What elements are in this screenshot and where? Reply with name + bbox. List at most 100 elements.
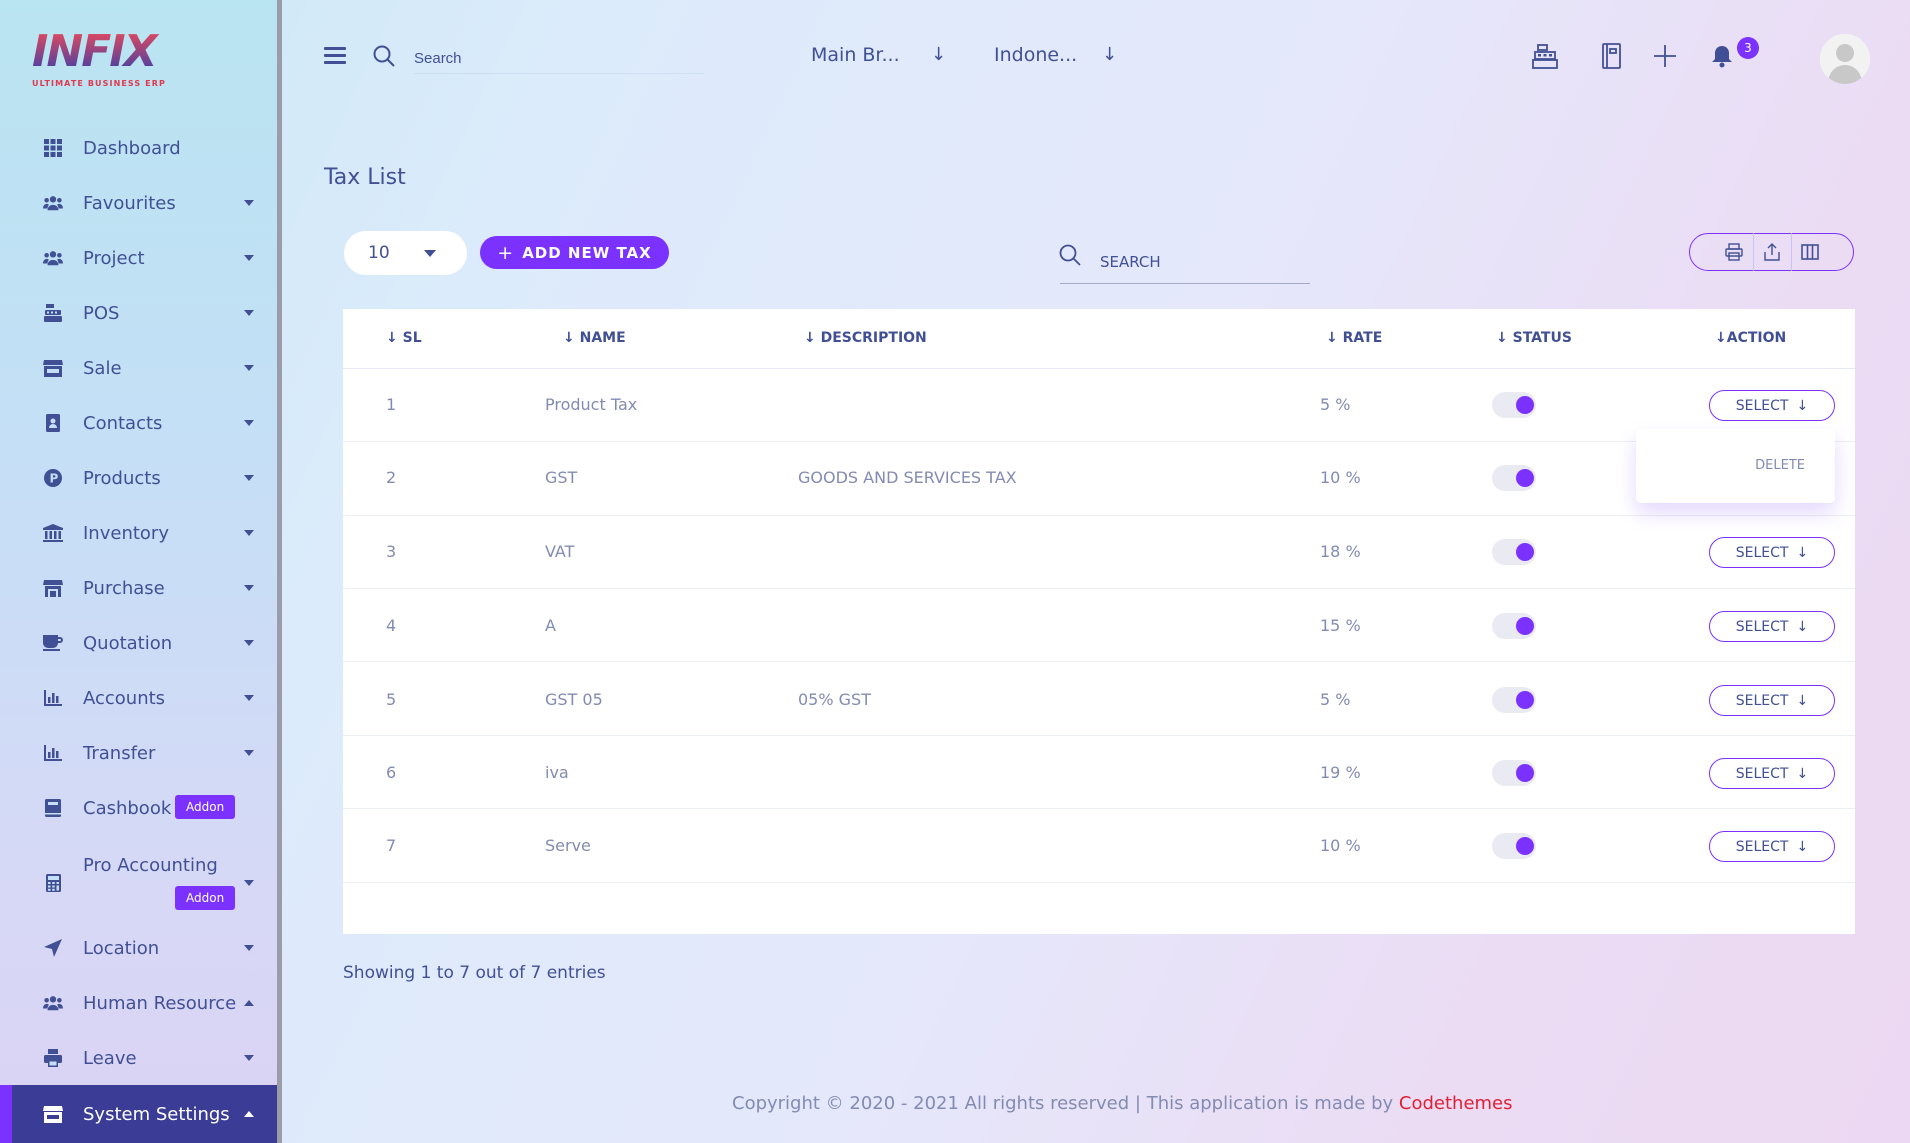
caret-down-icon	[244, 200, 254, 206]
hamburger-menu-icon[interactable]	[324, 47, 346, 65]
columns-icon[interactable]	[1790, 233, 1829, 271]
sidebar-item-label: Sale	[83, 357, 122, 379]
cell-description: GOODS AND SERVICES TAX	[798, 468, 1017, 487]
sort-header-description[interactable]: ↓ DESCRIPTION	[804, 330, 927, 346]
column-label: RATE	[1342, 330, 1383, 346]
store-icon	[43, 1104, 63, 1124]
print-icon[interactable]	[1715, 233, 1753, 271]
column-label: ACTION	[1726, 330, 1787, 346]
sidebar-item-label: Inventory	[83, 522, 169, 544]
plus-icon[interactable]	[1651, 42, 1679, 70]
cell-rate: 10 %	[1320, 836, 1361, 855]
sidebar-item-label: Cashbook	[83, 797, 172, 819]
sidebar-item-project[interactable]: Project	[0, 238, 277, 278]
sidebar-item-cashbook[interactable]: Cashbook Addon	[0, 788, 277, 828]
table-row: 4 A 15 % SELECT ↓	[343, 589, 1855, 662]
status-toggle[interactable]	[1492, 833, 1536, 859]
sidebar-item-label: Transfer	[83, 742, 156, 764]
sidebar-item-label: Human Resource	[83, 992, 237, 1014]
cell-sl: 4	[386, 616, 397, 635]
pos-register-icon[interactable]	[1531, 42, 1559, 70]
sidebar-item-contacts[interactable]: Contacts	[0, 403, 277, 443]
global-search-input[interactable]	[414, 44, 704, 74]
per-page-select[interactable]: 10	[344, 231, 467, 275]
add-new-tax-button[interactable]: + ADD NEW TAX	[480, 236, 669, 269]
status-toggle[interactable]	[1492, 613, 1536, 639]
search-icon	[1058, 243, 1082, 267]
user-avatar[interactable]	[1820, 34, 1870, 84]
select-action-button[interactable]: SELECT ↓	[1709, 537, 1835, 568]
select-action-button[interactable]: SELECT ↓	[1709, 685, 1835, 716]
branch-select[interactable]: Main Br... ↓	[811, 44, 946, 66]
sidebar-item-label: Purchase	[83, 577, 165, 599]
tax-table: ↓ SL ↓ NAME ↓ DESCRIPTION ↓ RATE ↓ STATU…	[343, 309, 1855, 934]
select-action-button[interactable]: SELECT ↓	[1709, 831, 1835, 862]
caret-down-icon	[244, 750, 254, 756]
status-toggle[interactable]	[1492, 687, 1536, 713]
toggle-knob	[1516, 469, 1534, 487]
addon-badge: Addon	[175, 886, 236, 910]
table-row: 6 iva 19 % SELECT ↓	[343, 736, 1855, 809]
arrow-down-icon: ↓	[1796, 397, 1809, 414]
sidebar-item-quotation[interactable]: Quotation	[0, 623, 277, 663]
select-action-button[interactable]: SELECT ↓	[1709, 758, 1835, 789]
cell-rate: 19 %	[1320, 763, 1361, 782]
status-toggle[interactable]	[1492, 760, 1536, 786]
notebook-icon[interactable]	[1597, 42, 1625, 70]
sidebar-item-accounts[interactable]: Accounts	[0, 678, 277, 718]
language-select[interactable]: Indone... ↓	[994, 44, 1117, 66]
sidebar-item-dashboard[interactable]: Dashboard	[0, 128, 277, 168]
cell-rate: 18 %	[1320, 542, 1361, 561]
users-icon	[43, 993, 63, 1013]
sort-header-rate[interactable]: ↓ RATE	[1326, 330, 1382, 346]
sort-header-sl[interactable]: ↓ SL	[386, 330, 422, 346]
sidebar-item-pro-accounting[interactable]: Pro Accounting Addon	[0, 843, 277, 921]
cell-sl: 5	[386, 690, 397, 709]
sidebar-item-human-resource[interactable]: Human Resource	[0, 983, 277, 1023]
sidebar-item-transfer[interactable]: Transfer	[0, 733, 277, 773]
sidebar-item-leave[interactable]: Leave	[0, 1038, 277, 1078]
app-logo[interactable]: INFIX ULTIMATE BUSINESS ERP	[32, 30, 182, 92]
select-action-button[interactable]: SELECT ↓	[1709, 390, 1835, 421]
sidebar-item-purchase[interactable]: Purchase	[0, 568, 277, 608]
delete-menu-item[interactable]: DELETE	[1755, 458, 1805, 473]
action-dropdown-menu: DELETE	[1636, 429, 1835, 503]
sort-header-status[interactable]: ↓ STATUS	[1496, 330, 1572, 346]
cup-icon	[43, 633, 63, 653]
logo-wordmark: INFIX	[32, 30, 182, 74]
sort-header-action[interactable]: ↓ACTION	[1715, 330, 1786, 346]
arrow-down-icon: ↓	[1796, 838, 1809, 855]
caret-up-icon	[244, 1111, 254, 1117]
sidebar-item-sale[interactable]: Sale	[0, 348, 277, 388]
caret-down-icon	[244, 945, 254, 951]
sidebar-item-inventory[interactable]: Inventory	[0, 513, 277, 553]
sidebar-item-pos[interactable]: POS	[0, 293, 277, 333]
table-search-input[interactable]	[1060, 240, 1310, 284]
status-toggle[interactable]	[1492, 539, 1536, 565]
store-icon	[43, 358, 63, 378]
status-toggle[interactable]	[1492, 465, 1536, 491]
search-icon[interactable]	[372, 44, 396, 68]
codethemes-link[interactable]: Codethemes	[1399, 1093, 1513, 1114]
table-row: 3 VAT 18 % SELECT ↓	[343, 516, 1855, 589]
bell-icon[interactable]	[1708, 42, 1736, 70]
caret-down-icon	[244, 310, 254, 316]
sidebar-item-products[interactable]: P Products	[0, 458, 277, 498]
sidebar-item-system-settings[interactable]: System Settings	[0, 1085, 277, 1143]
add-new-tax-label: ADD NEW TAX	[522, 243, 652, 262]
sidebar-item-favourites[interactable]: Favourites	[0, 183, 277, 223]
calculator-icon	[43, 873, 63, 893]
sort-header-name[interactable]: ↓ NAME	[563, 330, 626, 346]
sidebar-item-label: Accounts	[83, 687, 166, 709]
status-toggle[interactable]	[1492, 392, 1536, 418]
caret-down-icon	[244, 475, 254, 481]
select-action-button[interactable]: SELECT ↓	[1709, 611, 1835, 642]
sidebar-item-location[interactable]: Location	[0, 928, 277, 968]
cell-rate: 5 %	[1320, 690, 1351, 709]
cell-name: A	[545, 616, 556, 635]
sidebar: INFIX ULTIMATE BUSINESS ERP Dashboard Fa…	[0, 0, 282, 1143]
export-icon[interactable]	[1752, 233, 1791, 271]
arrow-down-icon: ↓	[1796, 544, 1809, 561]
book-icon	[43, 798, 63, 818]
table-row: 1 Product Tax 5 % SELECT ↓	[343, 369, 1855, 442]
